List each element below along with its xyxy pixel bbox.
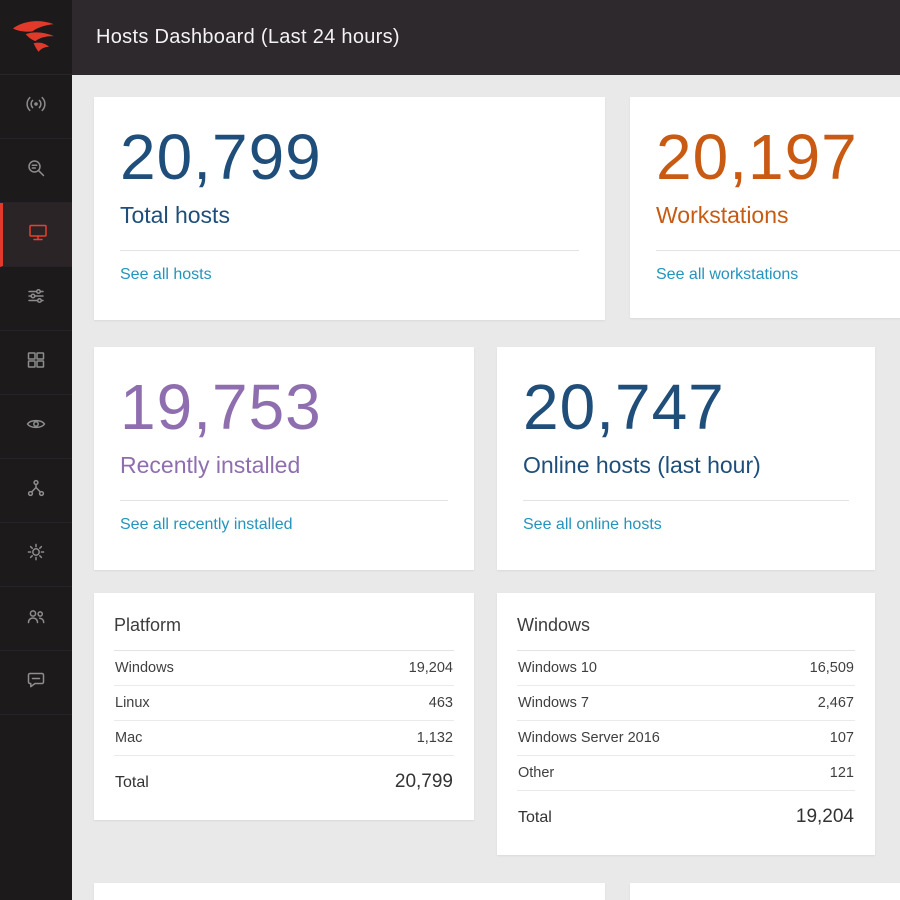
- table-row: Windows Server 2016 107: [517, 721, 855, 756]
- row-label: Other: [518, 765, 554, 781]
- see-all-recently-installed-link[interactable]: See all recently installed: [120, 516, 293, 534]
- online-hosts-label: Online hosts (last hour): [523, 452, 849, 479]
- table-row: Linux 463: [114, 686, 454, 721]
- sidebar-item-configuration[interactable]: [0, 267, 72, 331]
- platform-table-card: Platform Windows 19,204 Linux 463 Mac 1,…: [94, 593, 474, 820]
- sun-gear-icon: [25, 541, 47, 568]
- total-hosts-label: Total hosts: [120, 202, 579, 229]
- sidebar-item-discover[interactable]: [0, 395, 72, 459]
- row-label: Windows 10: [518, 660, 597, 676]
- table-total-row: Total 20,799: [114, 756, 454, 802]
- row-value: 19,204: [409, 660, 453, 676]
- top-bar: Hosts Dashboard (Last 24 hours): [72, 0, 900, 75]
- table-row: Windows 7 2,467: [517, 686, 855, 721]
- divider: [656, 250, 900, 251]
- sidebar-item-activity[interactable]: [0, 75, 72, 139]
- workstations-value: 20,197: [656, 123, 900, 192]
- sidebar-item-settings[interactable]: [0, 523, 72, 587]
- row-label: Windows 7: [518, 695, 589, 711]
- row-value: 1,132: [417, 730, 453, 746]
- row-label: Windows: [115, 660, 174, 676]
- users-icon: [25, 605, 47, 632]
- dashboard-content: 20,799 Total hosts See all hosts 20,197 …: [72, 75, 900, 900]
- crowdstrike-falcon-logo[interactable]: [0, 0, 72, 75]
- chat-icon: [25, 669, 47, 696]
- table-row: Mac 1,132: [114, 721, 454, 756]
- online-hosts-value: 20,747: [523, 373, 849, 442]
- partial-card-left: [94, 883, 605, 900]
- total-value: 19,204: [796, 806, 854, 828]
- total-hosts-card: 20,799 Total hosts See all hosts: [94, 97, 605, 320]
- table-total-row: Total 19,204: [517, 791, 855, 837]
- recently-installed-card: 19,753 Recently installed See all recent…: [94, 347, 474, 570]
- row-label: Linux: [115, 695, 150, 711]
- eye-icon: [25, 413, 47, 440]
- row-value: 121: [830, 765, 854, 781]
- platform-table-title: Platform: [114, 615, 454, 651]
- total-hosts-value: 20,799: [120, 123, 579, 192]
- search-icon: [25, 157, 47, 184]
- see-all-hosts-link[interactable]: See all hosts: [120, 266, 212, 284]
- row-value: 16,509: [810, 660, 854, 676]
- row-value: 107: [830, 730, 854, 746]
- row-label: Mac: [115, 730, 142, 746]
- row-label: Windows Server 2016: [518, 730, 660, 746]
- sidebar-item-investigate[interactable]: [0, 139, 72, 203]
- sidebar: [0, 0, 72, 900]
- sidebar-item-support[interactable]: [0, 651, 72, 715]
- broadcast-icon: [25, 93, 47, 120]
- row-value: 463: [429, 695, 453, 711]
- divider: [120, 500, 448, 501]
- workstations-card: 20,197 Workstations See all workstations: [630, 97, 900, 318]
- recently-installed-label: Recently installed: [120, 452, 448, 479]
- divider: [523, 500, 849, 501]
- table-row: Other 121: [517, 756, 855, 791]
- workstations-label: Workstations: [656, 202, 900, 229]
- see-all-online-hosts-link[interactable]: See all online hosts: [523, 516, 662, 534]
- divider: [120, 250, 579, 251]
- sidebar-item-hosts[interactable]: [0, 203, 72, 267]
- total-label: Total: [518, 809, 552, 827]
- recently-installed-value: 19,753: [120, 373, 448, 442]
- page-title: Hosts Dashboard (Last 24 hours): [96, 26, 400, 49]
- total-value: 20,799: [395, 771, 453, 793]
- network-nodes-icon: [25, 477, 47, 504]
- see-all-workstations-link[interactable]: See all workstations: [656, 266, 798, 284]
- online-hosts-card: 20,747 Online hosts (last hour) See all …: [497, 347, 875, 570]
- sidebar-item-host-groups[interactable]: [0, 331, 72, 395]
- table-row: Windows 19,204: [114, 651, 454, 686]
- row-value: 2,467: [818, 695, 854, 711]
- partial-card-right: [630, 883, 900, 900]
- sidebar-item-intel[interactable]: [0, 459, 72, 523]
- windows-table-title: Windows: [517, 615, 855, 651]
- grid-icon: [25, 349, 47, 376]
- sliders-icon: [25, 285, 47, 312]
- monitor-icon: [27, 221, 49, 248]
- total-label: Total: [115, 774, 149, 792]
- windows-table-card: Windows Windows 10 16,509 Windows 7 2,46…: [497, 593, 875, 855]
- sidebar-item-users[interactable]: [0, 587, 72, 651]
- table-row: Windows 10 16,509: [517, 651, 855, 686]
